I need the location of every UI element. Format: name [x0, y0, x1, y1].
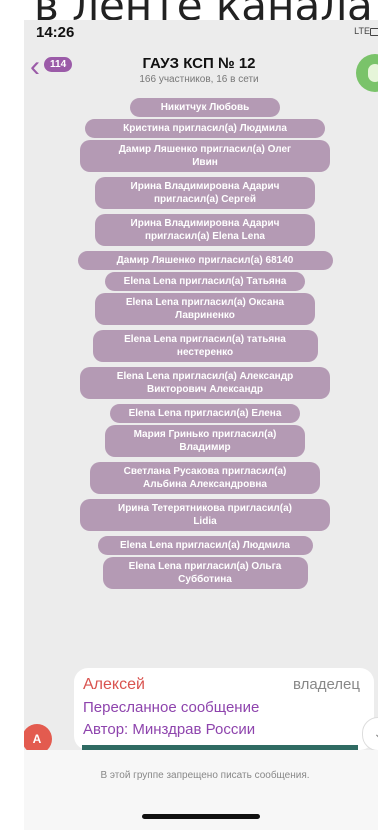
service-message-line: Ирина Тетерятникова пригласил(а)	[118, 503, 292, 514]
service-message-line: Кристина пригласил(а) Людмила	[123, 123, 287, 134]
group-avatar-icon[interactable]	[356, 54, 378, 92]
service-message-line: Ивин	[192, 157, 218, 168]
footer: В этой группе запрещено писать сообщения…	[24, 750, 378, 830]
service-message-line: Владимир	[179, 442, 231, 453]
chat-title[interactable]: ГАУЗ КСП № 12	[104, 55, 294, 72]
service-message: Elena Lena пригласил(а) Татьяна	[105, 272, 305, 291]
service-message-line: Elena Lena пригласил(а) Елена	[128, 408, 282, 419]
service-message: Ирина Тетерятникова пригласил(а) Lidia	[80, 499, 330, 531]
service-message-line: Дамир Ляшенко пригласил(а) 68140	[116, 255, 294, 266]
forwarded-label: Пересланное сообщение	[83, 699, 260, 716]
service-message-line: Ирина Владимировна Адарич	[130, 181, 280, 192]
phone-screen: 14:26 LTE ‹ 114 ГАУЗ КСП № 12 166 участн…	[24, 20, 378, 830]
service-message: Elena Lena пригласил(а) Елена	[110, 404, 300, 423]
service-message-line: Lidia	[193, 516, 217, 527]
service-message-line: Субботина	[178, 574, 232, 585]
message-author[interactable]: Алексей	[83, 676, 145, 694]
write-restricted-notice: В этой группе запрещено писать сообщения…	[100, 770, 310, 781]
service-message-line: Elena Lena пригласил(а) Оксана	[125, 297, 285, 308]
service-message-line: Elena Lena пригласил(а) Татьяна	[123, 276, 287, 287]
service-message: Elena Lena пригласил(а) Александр Викторо…	[80, 367, 330, 399]
service-message-line: Мария Гринько пригласил(а)	[133, 429, 277, 440]
service-message: Ирина Владимировна Адарич пригласил(а) El…	[95, 214, 315, 246]
service-message: Дамир Ляшенко пригласил(а) 68140	[77, 251, 333, 270]
service-message: Elena Lena пригласил(а) татьяна нестеренк…	[92, 330, 318, 362]
chat-subtitle: 166 участников, 16 в сети	[139, 74, 259, 85]
service-message-line: Лавриненко	[175, 310, 235, 321]
service-message-line: Дамир Ляшенко пригласил(а) Олег	[118, 144, 292, 155]
status-bar: 14:26 LTE	[24, 20, 378, 46]
unread-badge[interactable]: 114	[44, 57, 73, 72]
service-message-line: Elena Lena пригласил(а) Ольга	[128, 561, 282, 572]
service-message-line: пригласил(а) Elena Lena	[145, 231, 265, 242]
message-list[interactable]: Никитчук Любовь Кристина пригласил(а) Люд…	[24, 98, 378, 658]
service-message: Elena Lena пригласил(а) Людмила	[97, 536, 313, 555]
service-message-line: пригласил(а) Сергей	[154, 194, 256, 205]
service-message-line: Elena Lena пригласил(а) Людмила	[120, 540, 290, 551]
service-message: Кристина пригласил(а) Людмила	[85, 119, 325, 138]
service-message: Светлана Русакова пригласил(а) Альбина Ал…	[90, 462, 320, 494]
service-message: Дамир Ляшенко пригласил(а) Олег Ивин	[80, 140, 330, 172]
chevron-left-icon[interactable]: ‹	[30, 52, 40, 82]
service-message-line: нестеренко	[176, 347, 234, 358]
forward-source[interactable]: Автор: Минздрав России	[83, 721, 255, 738]
service-message: Elena Lena пригласил(а) Ольга Субботина	[102, 557, 308, 589]
service-message-line: Никитчук Любовь	[160, 102, 250, 113]
service-message-line: Альбина Александровна	[143, 479, 267, 490]
battery-icon	[370, 28, 378, 36]
signal-icon: LTE	[354, 26, 370, 36]
service-message-line: Викторович Александр	[147, 384, 263, 395]
service-message: Elena Lena пригласил(а) Оксана Лавриненко	[95, 293, 315, 325]
status-time: 14:26	[36, 24, 75, 41]
service-message: Никитчук Любовь	[130, 98, 280, 117]
service-message-line: Ирина Владимировна Адарич	[130, 218, 280, 229]
service-message-line: Elena Lena пригласил(а) татьяна	[124, 334, 286, 345]
forwarded-message[interactable]: Алексей владелец Пересланное сообщение А…	[74, 668, 374, 750]
service-message: Мария Гринько пригласил(а) Владимир	[105, 425, 305, 457]
service-message: Ирина Владимировна Адарич пригласил(а) Се…	[95, 177, 315, 209]
home-indicator[interactable]	[142, 814, 260, 819]
author-role: владелец	[292, 676, 360, 693]
service-message-line: Светлана Русакова пригласил(а)	[123, 466, 287, 477]
chat-header: ‹ 114 ГАУЗ КСП № 12 166 участников, 16 в…	[24, 46, 378, 98]
service-message-line: Elena Lena пригласил(а) Александр	[116, 371, 294, 382]
